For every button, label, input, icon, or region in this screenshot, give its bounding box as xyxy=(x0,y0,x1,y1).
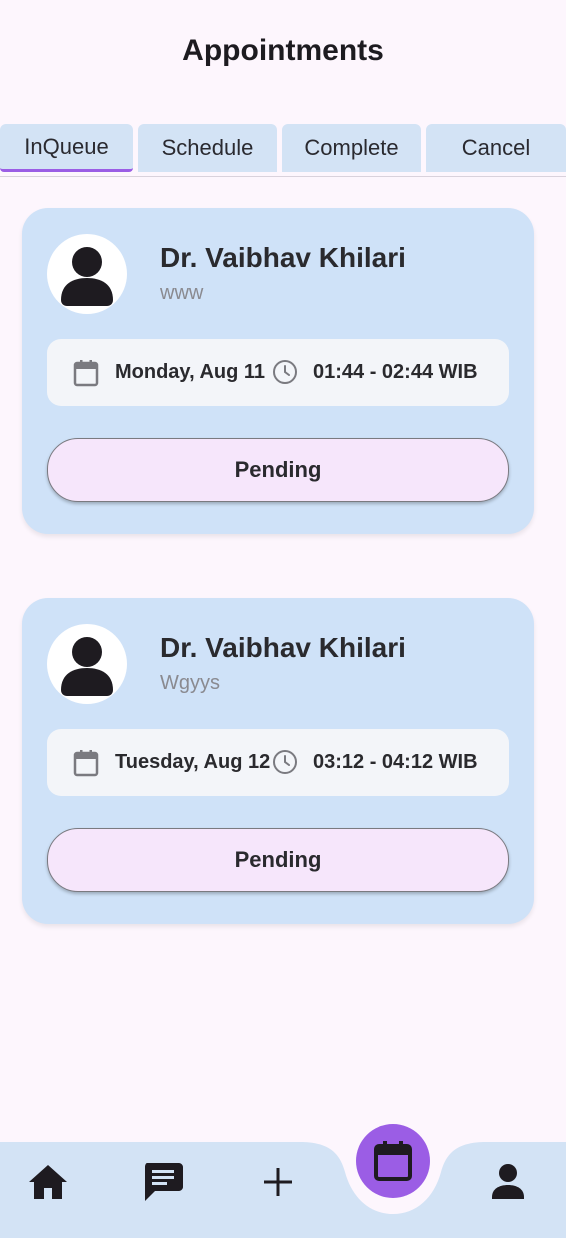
tab-complete[interactable]: Complete xyxy=(282,124,421,172)
clock-icon xyxy=(273,750,297,774)
calendar-icon xyxy=(374,1141,412,1181)
doctor-name: Dr. Vaibhav Khilari xyxy=(160,632,406,663)
datetime-box: Monday, Aug 11 01:44 - 02:44 WIB xyxy=(47,339,509,406)
tab-bar: InQueue Schedule Complete Cancel xyxy=(0,124,566,177)
appointment-card[interactable]: Dr. Vaibhav Khilari www Monday, Aug 11 0… xyxy=(22,208,534,534)
tab-inqueue[interactable]: InQueue xyxy=(0,124,133,172)
appointment-card[interactable]: Dr. Vaibhav Khilari Wgyys Tuesday, Aug 1… xyxy=(22,598,534,924)
appointment-note: Wgyys xyxy=(160,672,220,694)
status-button[interactable]: Pending xyxy=(47,828,509,892)
calendar-fab-button[interactable] xyxy=(356,1124,430,1198)
chat-icon[interactable] xyxy=(143,1161,183,1201)
appointment-time: 01:44 - 02:44 WIB xyxy=(313,361,478,383)
tab-schedule[interactable]: Schedule xyxy=(138,124,277,172)
page-title: Appointments xyxy=(182,34,384,67)
appointment-date: Tuesday, Aug 12 xyxy=(115,751,271,773)
appointment-time: 03:12 - 04:12 WIB xyxy=(313,751,478,773)
person-icon[interactable] xyxy=(490,1163,526,1201)
calendar-icon xyxy=(73,750,99,777)
calendar-icon xyxy=(73,360,99,387)
doctor-name: Dr. Vaibhav Khilari xyxy=(160,242,406,273)
avatar xyxy=(47,624,127,704)
clock-icon xyxy=(273,360,297,384)
avatar xyxy=(47,234,127,314)
datetime-box: Tuesday, Aug 12 03:12 - 04:12 WIB xyxy=(47,729,509,796)
appointment-note: www xyxy=(160,282,204,304)
person-avatar-icon xyxy=(61,637,113,696)
tab-cancel[interactable]: Cancel xyxy=(426,124,566,172)
home-icon[interactable] xyxy=(28,1163,68,1201)
person-avatar-icon xyxy=(61,247,113,306)
add-icon[interactable] xyxy=(262,1166,294,1198)
appointment-date: Monday, Aug 11 xyxy=(115,361,266,383)
status-button[interactable]: Pending xyxy=(47,438,509,502)
